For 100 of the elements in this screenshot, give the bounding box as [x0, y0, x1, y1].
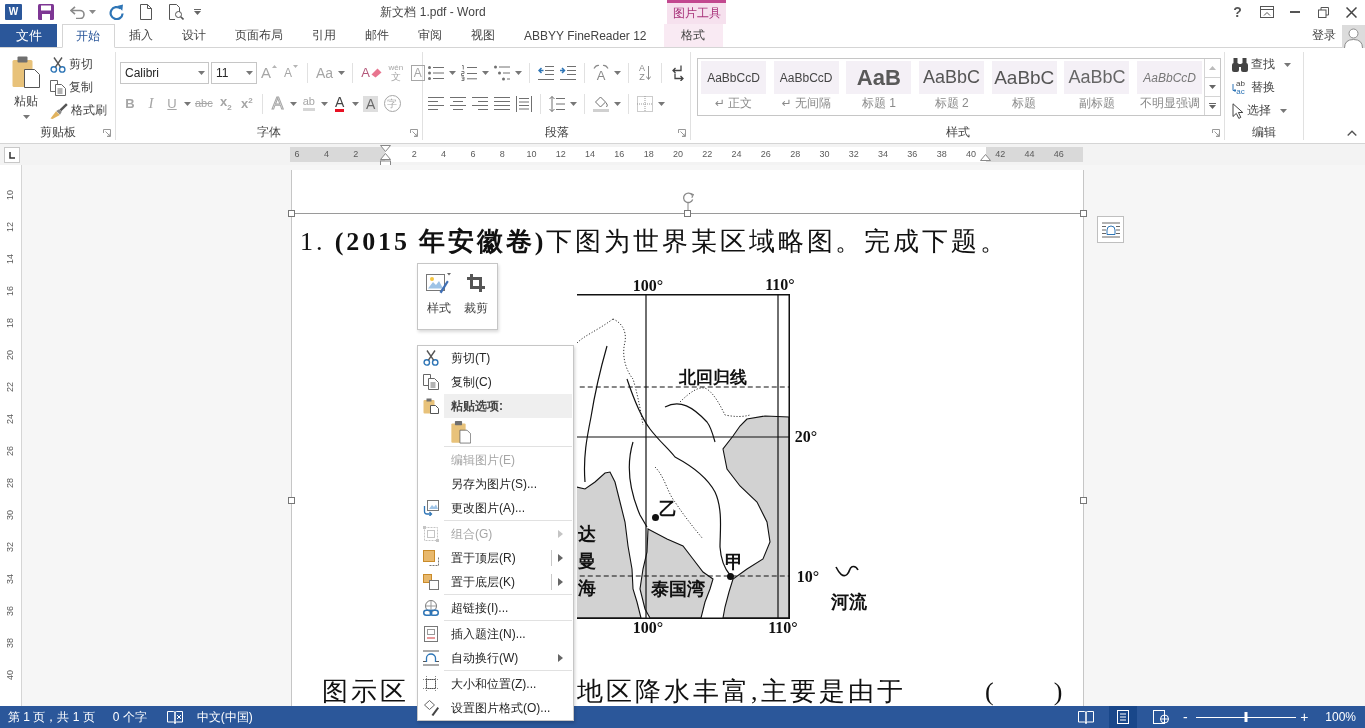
- menu-item[interactable]: 插入题注(N)...: [418, 622, 573, 646]
- style-preview[interactable]: AaBbCcD: [701, 61, 766, 94]
- ribbon-tab[interactable]: 邮件: [350, 24, 404, 47]
- asian-layout-button[interactable]: A: [591, 61, 611, 84]
- justify-icon[interactable]: [494, 95, 510, 112]
- font-color-button[interactable]: A: [329, 92, 350, 115]
- ribbon-display-options-icon[interactable]: [1259, 6, 1274, 18]
- caret-icon[interactable]: [22, 115, 30, 119]
- caret-icon[interactable]: [658, 101, 665, 106]
- menu-item[interactable]: 复制(C): [418, 370, 573, 394]
- cut-button[interactable]: 剪切: [48, 53, 107, 76]
- find-button[interactable]: 查找: [1225, 53, 1291, 76]
- sort-button[interactable]: A Z: [635, 61, 655, 84]
- file-tab[interactable]: 文件: [0, 24, 57, 47]
- caret-icon[interactable]: [570, 101, 577, 106]
- caret-icon[interactable]: [614, 70, 621, 75]
- decrease-indent-icon[interactable]: [538, 64, 554, 81]
- increase-indent-icon[interactable]: [560, 64, 576, 81]
- send-to-back-icon[interactable]: [423, 574, 439, 590]
- dialog-launcher-icon[interactable]: [678, 128, 686, 137]
- dialog-launcher-icon[interactable]: [410, 128, 418, 137]
- align-right-icon[interactable]: [472, 95, 488, 112]
- ribbon-tab[interactable]: ABBYY FineReader 12: [509, 24, 662, 47]
- menu-item[interactable]: 另存为图片(S)...: [418, 472, 573, 496]
- change-picture-icon[interactable]: [423, 500, 439, 516]
- cursor-icon[interactable]: [1232, 102, 1244, 119]
- crop-icon[interactable]: [467, 274, 486, 292]
- collapse-ribbon-icon[interactable]: [1347, 130, 1357, 136]
- caret-icon[interactable]: [449, 70, 456, 75]
- ribbon-tab[interactable]: 引用: [297, 24, 351, 47]
- caret-icon[interactable]: [88, 10, 96, 14]
- clipboard-icon[interactable]: [12, 56, 40, 88]
- mini-toolbar-button[interactable]: 裁剪: [458, 268, 494, 324]
- clear-formatting-button[interactable]: A: [359, 61, 384, 84]
- wrap-text-icon[interactable]: [423, 650, 439, 666]
- zoom-level[interactable]: 100%: [1325, 710, 1356, 724]
- layout-options-button[interactable]: [1097, 216, 1124, 243]
- font-size-combobox[interactable]: 11: [211, 61, 257, 84]
- style-preview[interactable]: AaB: [846, 61, 912, 94]
- paragraph-marks-icon[interactable]: [670, 64, 686, 81]
- menu-item[interactable]: 自动换行(W): [418, 646, 573, 670]
- help-button[interactable]: ?: [1223, 0, 1252, 24]
- undo-icon[interactable]: [70, 5, 86, 19]
- caret-icon[interactable]: [351, 101, 359, 106]
- ribbon-tab[interactable]: 格式: [663, 24, 723, 47]
- align-center-icon[interactable]: [450, 95, 466, 112]
- answer-blank[interactable]: ( ): [985, 678, 1066, 706]
- size-position-icon[interactable]: [423, 676, 439, 692]
- format-painter-button[interactable]: 格式刷: [48, 99, 107, 122]
- proofing-icon[interactable]: [166, 710, 183, 724]
- dialog-launcher-icon[interactable]: [1212, 128, 1220, 137]
- line-spacing-icon[interactable]: [549, 95, 565, 112]
- zoom-slider-thumb[interactable]: [1244, 712, 1248, 722]
- bullets-icon[interactable]: [428, 64, 444, 81]
- new-document-icon[interactable]: [140, 4, 152, 20]
- ribbon-tab[interactable]: 插入: [114, 24, 168, 47]
- mini-toolbar-button[interactable]: 样式: [421, 268, 457, 324]
- hyperlink-icon[interactable]: [423, 600, 439, 616]
- picture-styles-icon[interactable]: [426, 272, 452, 294]
- menu-item[interactable]: 设置图片格式(O)...: [418, 696, 573, 720]
- style-preview[interactable]: AaBbC: [991, 61, 1057, 94]
- word-count[interactable]: 0 个字: [112, 708, 147, 726]
- right-indent-marker-icon[interactable]: [979, 154, 991, 161]
- restore-icon[interactable]: [1317, 6, 1329, 18]
- caret-icon[interactable]: [482, 70, 489, 75]
- caret-icon[interactable]: [1284, 62, 1291, 67]
- style-preview[interactable]: AaBbCcD: [773, 61, 839, 94]
- select-button[interactable]: 选择: [1225, 99, 1291, 122]
- print-preview-icon[interactable]: [168, 4, 184, 20]
- scissors-icon[interactable]: [50, 56, 66, 73]
- resize-handle-icon[interactable]: [288, 497, 295, 504]
- menu-item[interactable]: 置于底层(K): [418, 570, 573, 594]
- print-layout-icon[interactable]: [1117, 710, 1130, 724]
- menu-item[interactable]: 更改图片(A)...: [418, 496, 573, 520]
- zoom-in-button[interactable]: +: [1299, 710, 1310, 724]
- sign-in-link[interactable]: 登录: [1312, 27, 1336, 44]
- style-preview[interactable]: AaBbC: [919, 61, 985, 94]
- user-avatar-icon[interactable]: [1342, 25, 1365, 48]
- resize-handle-icon[interactable]: [684, 210, 691, 217]
- menu-item[interactable]: 超链接(I)...: [418, 596, 573, 620]
- caret-icon[interactable]: [614, 101, 621, 106]
- submenu-arrow-icon[interactable]: [558, 578, 563, 586]
- zoom-out-button[interactable]: -: [1180, 710, 1191, 724]
- view-button[interactable]: [1109, 706, 1138, 728]
- binoculars-icon[interactable]: [1232, 57, 1248, 72]
- copy-button[interactable]: 复制: [48, 76, 107, 99]
- tab-stop-icon[interactable]: [4, 146, 20, 163]
- customize-toolbar-icon[interactable]: [193, 9, 201, 15]
- page-count[interactable]: 第 1 页，共 1 页: [8, 708, 95, 726]
- copy-icon[interactable]: [50, 79, 66, 96]
- resize-handle-icon[interactable]: [1080, 497, 1087, 504]
- close-icon[interactable]: [1345, 6, 1357, 18]
- caret-icon[interactable]: [245, 70, 253, 75]
- style-preview[interactable]: AaBbC: [1064, 61, 1130, 94]
- ribbon-tab[interactable]: 审阅: [403, 24, 457, 47]
- paste-option-icon[interactable]: [451, 420, 471, 444]
- resize-handle-icon[interactable]: [1080, 210, 1087, 217]
- ribbon-tab[interactable]: 页面布局: [220, 24, 298, 47]
- distributed-icon[interactable]: [516, 95, 532, 112]
- resize-handle-icon[interactable]: [288, 210, 295, 217]
